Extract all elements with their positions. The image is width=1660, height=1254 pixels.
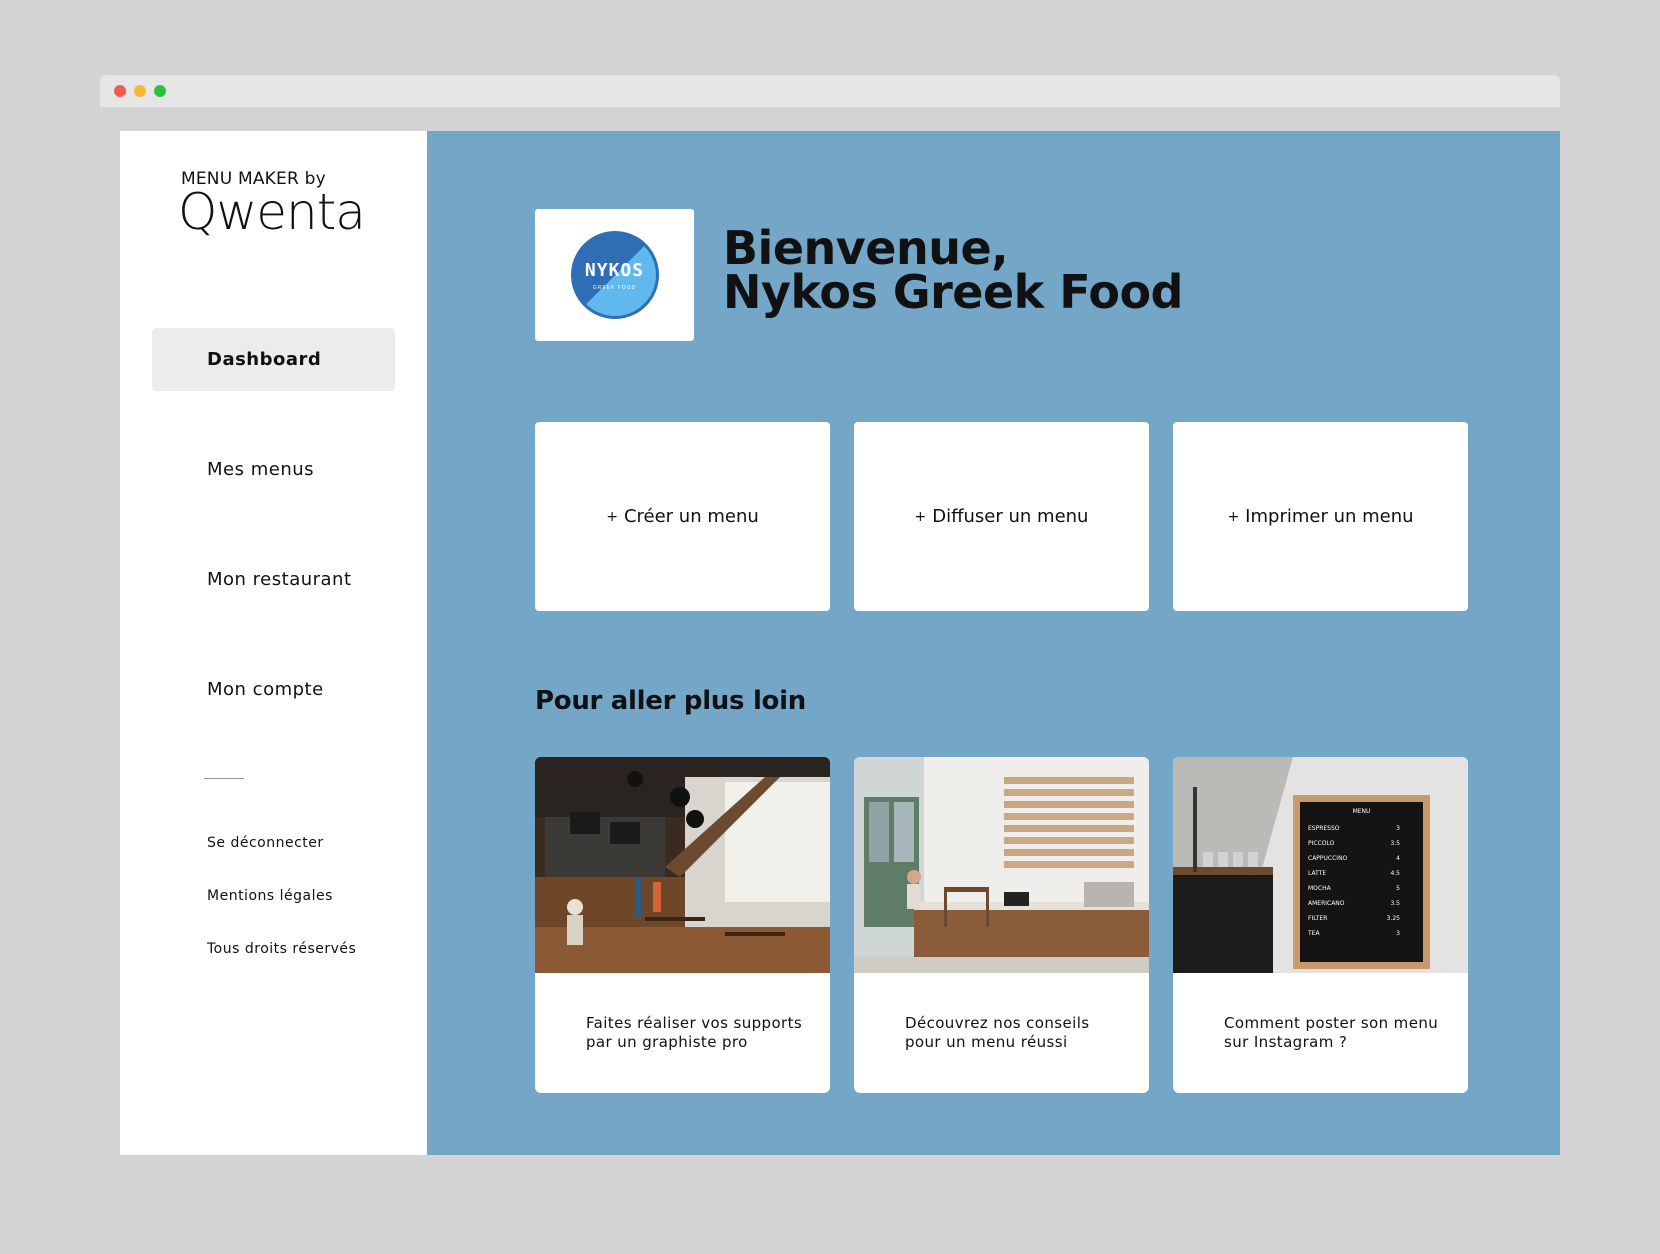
restaurant-logo-text: NYKOS: [584, 259, 645, 281]
rights-link[interactable]: Tous droits réservés: [207, 941, 356, 957]
browser-titlebar: [100, 75, 1560, 107]
print-menu-label: Imprimer un menu: [1245, 506, 1414, 527]
menu-item-name: TEA: [1308, 930, 1320, 937]
nav-mon-restaurant[interactable]: Mon restaurant: [152, 548, 395, 611]
article-card-conseils[interactable]: Découvrez nos conseils pour un menu réus…: [854, 757, 1149, 1093]
brand-logo[interactable]: Qwenta: [178, 182, 366, 242]
article-text: Faites réaliser vos supports par un grap…: [586, 1014, 803, 1051]
create-menu-button[interactable]: + Créer un menu: [535, 422, 830, 611]
menu-item-price: 3: [1396, 930, 1400, 937]
menu-item-price: 4: [1396, 855, 1400, 862]
restaurant-logo: NYKOS GREEK FOOD: [570, 231, 659, 319]
menu-item-price: 3: [1396, 825, 1400, 832]
menu-item-name: CAPPUCCINO: [1308, 855, 1348, 862]
article-card-instagram[interactable]: MENU ESPRESSO 3 PICCOLO 3.5 CAPPUCCINO 4 LA…: [1173, 757, 1468, 1093]
menu-board-row: MOCHA 5: [1308, 885, 1415, 892]
menu-board: MENU ESPRESSO 3 PICCOLO 3.5 CAPPUCCINO 4 LA…: [1300, 802, 1423, 962]
menu-item-price: 3.25: [1386, 915, 1400, 922]
welcome-line-1: Bienvenue,: [723, 221, 1009, 275]
sidebar-divider: [204, 778, 244, 779]
menu-board-title: MENU: [1352, 808, 1371, 815]
app-window: MENU MAKER by Qwenta Dashboard Mes menus…: [120, 131, 1560, 1155]
cafe-counter-image: [854, 757, 1149, 973]
menu-board-row: ESPRESSO 3: [1308, 825, 1415, 832]
nav-dashboard[interactable]: Dashboard: [152, 328, 395, 391]
plus-icon: +: [1227, 508, 1240, 525]
menu-item-name: AMERICANO: [1308, 900, 1345, 907]
nav-mon-compte[interactable]: Mon compte: [152, 658, 395, 721]
menu-item-price: 4.5: [1390, 870, 1400, 877]
create-menu-label: Créer un menu: [623, 506, 759, 527]
minimize-window-dot[interactable]: [134, 85, 146, 97]
nav-mes-menus[interactable]: Mes menus: [152, 438, 395, 501]
article-text: Découvrez nos conseils pour un menu réus…: [905, 1014, 1090, 1051]
welcome-heading: Bienvenue, Nykos Greek Food: [723, 221, 1183, 319]
menu-item-name: FILTER: [1308, 915, 1328, 922]
menu-board-row: TEA 3: [1308, 930, 1415, 937]
publish-menu-label: Diffuser un menu: [932, 506, 1089, 527]
menu-item-price: 5: [1396, 885, 1400, 892]
menu-item-name: LATTE: [1308, 870, 1327, 877]
publish-menu-button[interactable]: + Diffuser un menu: [854, 422, 1149, 611]
article-text: Comment poster son menu sur Instagram ?: [1224, 1014, 1439, 1051]
legal-link[interactable]: Mentions légales: [207, 888, 333, 904]
close-window-dot[interactable]: [114, 85, 126, 97]
menu-item-price: 3.5: [1390, 840, 1400, 847]
welcome-line-2: Nykos Greek Food: [723, 265, 1183, 319]
restaurant-logo-subtext: GREEK FOOD: [592, 284, 637, 291]
restaurant-logo-card: NYKOS GREEK FOOD: [535, 209, 694, 341]
menu-board-row: LATTE 4.5: [1308, 870, 1415, 877]
section-title: Pour aller plus loin: [535, 686, 806, 716]
menu-board-row: AMERICANO 3.5: [1308, 900, 1415, 907]
plus-icon: +: [914, 508, 927, 525]
logout-link[interactable]: Se déconnecter: [207, 835, 324, 851]
menu-item-price: 3.5: [1390, 900, 1400, 907]
menu-board-row: PICCOLO 3.5: [1308, 840, 1415, 847]
sidebar: MENU MAKER by Qwenta Dashboard Mes menus…: [120, 131, 427, 1155]
menu-item-name: ESPRESSO: [1308, 825, 1340, 832]
article-card-graphiste[interactable]: Faites réaliser vos supports par un grap…: [535, 757, 830, 1093]
menu-board-row: FILTER 3.25: [1308, 915, 1415, 922]
menu-item-name: PICCOLO: [1308, 840, 1335, 847]
menu-board-row: CAPPUCCINO 4: [1308, 855, 1415, 862]
print-menu-button[interactable]: + Imprimer un menu: [1173, 422, 1468, 611]
plus-icon: +: [606, 508, 618, 525]
maximize-window-dot[interactable]: [154, 85, 166, 97]
menu-item-name: MOCHA: [1308, 885, 1331, 892]
cafe-interior-image: [535, 757, 830, 973]
